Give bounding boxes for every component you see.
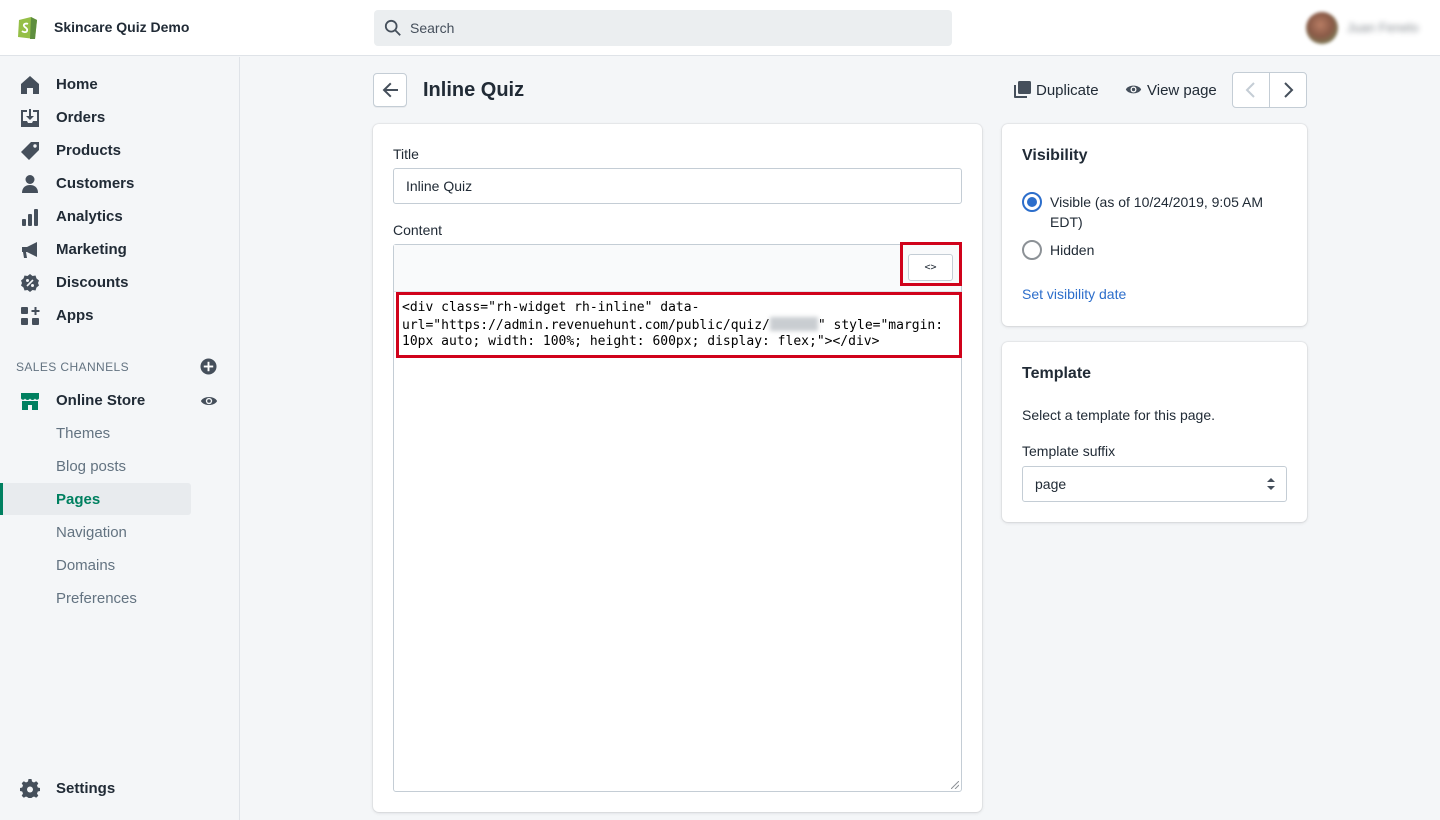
sidebar-item-analytics[interactable]: Analytics (0, 200, 240, 232)
content-label: Content (393, 222, 443, 238)
sidebar-item-orders[interactable]: Orders (0, 101, 240, 133)
editor-toolbar: <> (394, 245, 961, 292)
visible-radio[interactable] (1022, 192, 1042, 212)
resize-handle-icon[interactable] (951, 781, 959, 789)
store-icon (21, 393, 39, 410)
apps-icon (21, 307, 40, 325)
template-suffix-select[interactable]: page (1022, 466, 1287, 502)
html-code-textarea[interactable]: <div class="rh-widget rh-inline" data- u… (394, 293, 961, 791)
sidebar-subitem-label: Blog posts (56, 458, 127, 475)
previous-page-button[interactable] (1233, 73, 1270, 107)
next-page-button[interactable] (1270, 73, 1307, 107)
sidebar-subitem-label: Domains (56, 557, 116, 574)
title-label: Title (393, 146, 419, 162)
top-bar: Skincare Quiz Demo Search Juan Fenelo (0, 0, 1440, 56)
hidden-radio-label[interactable]: Hidden (1050, 240, 1290, 260)
template-description: Select a template for this page. (1022, 407, 1215, 423)
store-name[interactable]: Skincare Quiz Demo (54, 19, 189, 35)
page-editor-card: Title Inline Quiz Content <> <div class=… (373, 124, 982, 812)
highlight-box-code (396, 292, 962, 358)
sidebar-item-settings[interactable]: Settings (0, 772, 240, 804)
sidebar: Home Orders Products Customers Analytics… (0, 57, 240, 820)
orders-icon (21, 109, 39, 127)
sidebar-subitem-domains[interactable]: Domains (0, 549, 191, 581)
sidebar-item-label: Home (56, 76, 98, 93)
sidebar-subitem-label: Navigation (56, 524, 127, 541)
sidebar-subitem-label: Pages (56, 491, 101, 508)
highlight-box-code-button (900, 242, 962, 286)
chevron-left-icon (1245, 82, 1255, 98)
back-button[interactable] (373, 73, 407, 107)
sidebar-item-home[interactable]: Home (0, 68, 240, 100)
template-card: Template Select a template for this page… (1002, 342, 1307, 522)
sidebar-item-customers[interactable]: Customers (0, 167, 240, 199)
sidebar-item-label: Customers (56, 175, 135, 192)
view-page-button[interactable]: View page (1125, 80, 1220, 100)
sidebar-subitem-pages[interactable]: Pages (0, 483, 191, 515)
eye-icon (1125, 85, 1142, 94)
sidebar-item-label: Apps (56, 307, 94, 324)
title-input-value: Inline Quiz (406, 178, 473, 194)
chevron-right-icon (1284, 82, 1294, 98)
sidebar-item-marketing[interactable]: Marketing (0, 233, 240, 265)
arrow-left-icon (382, 82, 398, 98)
template-suffix-value: page (1035, 476, 1067, 492)
sidebar-subitem-label: Themes (56, 425, 111, 442)
gear-icon (20, 779, 40, 798)
sidebar-item-label: Online Store (56, 392, 146, 409)
megaphone-icon (22, 242, 37, 258)
sidebar-subitem-blog-posts[interactable]: Blog posts (0, 450, 191, 482)
search-bar[interactable]: Search (374, 10, 952, 46)
bar-chart-icon (22, 209, 38, 226)
person-icon (22, 175, 38, 193)
home-icon (21, 76, 39, 94)
sidebar-item-label: Products (56, 142, 122, 159)
sidebar-subitem-label: Preferences (56, 590, 137, 607)
sidebar-item-label: Analytics (56, 208, 123, 225)
sidebar-item-discounts[interactable]: Discounts (0, 266, 240, 298)
sidebar-item-products[interactable]: Products (0, 134, 240, 166)
select-arrows-icon (1267, 478, 1275, 490)
view-page-label: View page (1147, 82, 1217, 99)
duplicate-button[interactable]: Duplicate (1014, 80, 1104, 100)
sidebar-item-label: Marketing (56, 241, 127, 258)
eye-icon[interactable] (200, 392, 218, 410)
duplicate-label: Duplicate (1036, 82, 1099, 99)
search-placeholder: Search (410, 20, 455, 36)
visibility-card: Visibility Visible (as of 10/24/2019, 9:… (1002, 124, 1307, 326)
visibility-title: Visibility (1022, 147, 1088, 164)
sales-channels-title: SALES CHANNELS (16, 360, 129, 374)
sidebar-item-apps[interactable]: Apps (0, 299, 240, 331)
user-name[interactable]: Juan Fenelo (1347, 20, 1419, 35)
discount-icon (21, 274, 39, 292)
add-sales-channel-icon[interactable] (200, 358, 217, 375)
title-input[interactable]: Inline Quiz (393, 168, 962, 204)
set-visibility-date-link[interactable]: Set visibility date (1022, 286, 1126, 302)
page-title: Inline Quiz (423, 79, 525, 101)
shopify-logo-icon[interactable] (16, 13, 40, 41)
sidebar-item-label: Orders (56, 109, 106, 126)
sidebar-item-label: Discounts (56, 274, 129, 291)
hidden-radio[interactable] (1022, 240, 1042, 260)
search-icon (384, 19, 401, 36)
sidebar-subitem-themes[interactable]: Themes (0, 417, 191, 449)
sidebar-subitem-preferences[interactable]: Preferences (0, 582, 191, 614)
sidebar-subitem-navigation[interactable]: Navigation (0, 516, 191, 548)
tag-icon (21, 142, 39, 160)
sidebar-item-label: Settings (56, 780, 116, 797)
template-suffix-label: Template suffix (1022, 443, 1116, 459)
template-title: Template (1022, 365, 1092, 382)
pagination (1232, 72, 1307, 108)
avatar[interactable] (1306, 12, 1338, 44)
visible-radio-label[interactable]: Visible (as of 10/24/2019, 9:05 AM EDT) (1050, 192, 1290, 232)
duplicate-icon (1014, 81, 1031, 98)
